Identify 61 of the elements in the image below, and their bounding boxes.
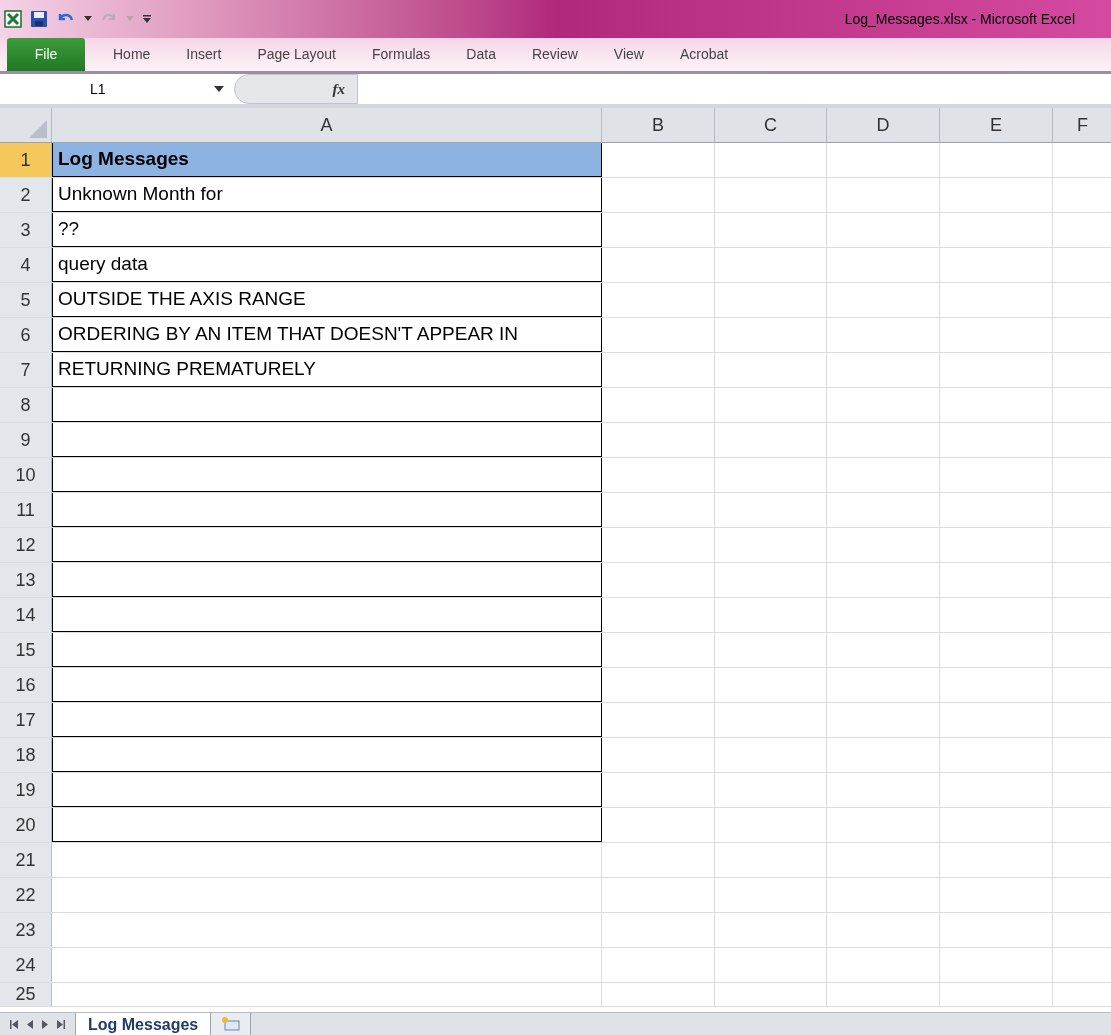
row-header[interactable]: 9 <box>0 423 52 457</box>
row-header[interactable]: 8 <box>0 388 52 422</box>
row-header[interactable]: 20 <box>0 808 52 842</box>
table-cell: ?? <box>52 213 602 247</box>
ribbon-tab[interactable]: Formulas <box>354 38 449 71</box>
row-header[interactable]: 21 <box>0 843 52 877</box>
row-header[interactable]: 3 <box>0 213 52 247</box>
ribbon-tab[interactable]: View <box>595 38 662 71</box>
row-header[interactable]: 10 <box>0 458 52 492</box>
row-header[interactable]: 14 <box>0 598 52 632</box>
save-icon[interactable] <box>30 10 48 28</box>
ribbon-tab[interactable]: Home <box>95 38 169 71</box>
row-header[interactable]: 12 <box>0 528 52 562</box>
ribbon-tab[interactable]: Acrobat <box>661 38 747 71</box>
row-header[interactable]: 25 <box>0 983 52 1006</box>
column-header[interactable]: D <box>827 108 940 142</box>
row-header[interactable]: 24 <box>0 948 52 982</box>
insert-function-button[interactable]: fx <box>332 77 345 101</box>
row-header[interactable]: 16 <box>0 668 52 702</box>
row-header[interactable]: 1 <box>0 143 52 177</box>
next-sheet-icon[interactable] <box>42 1019 48 1029</box>
row-header[interactable]: 18 <box>0 738 52 772</box>
row-header[interactable]: 6 <box>0 318 52 352</box>
ribbon-tab[interactable]: Review <box>513 38 596 71</box>
insert-sheet-icon <box>220 1016 241 1032</box>
name-box[interactable]: L1 <box>90 78 214 100</box>
file-tab[interactable]: File <box>7 38 85 71</box>
column-header[interactable]: A <box>52 108 602 142</box>
row-header[interactable]: 22 <box>0 878 52 912</box>
row-header[interactable]: 13 <box>0 563 52 597</box>
table-cell: ORDERING BY AN ITEM THAT DOESN'T APPEAR IN <box>52 318 602 352</box>
row-header[interactable]: 17 <box>0 703 52 737</box>
column-header[interactable]: F <box>1053 108 1111 142</box>
row-header[interactable]: 4 <box>0 248 52 282</box>
window-title: Log_Messages.xlsx - Microsoft Excel <box>844 9 1075 29</box>
column-header[interactable]: B <box>602 108 715 142</box>
row-header[interactable]: 5 <box>0 283 52 317</box>
ribbon-tab[interactable]: Insert <box>168 38 240 71</box>
last-sheet-icon[interactable] <box>57 1019 65 1029</box>
caret-icon[interactable] <box>84 16 92 22</box>
spreadsheet-app-icon <box>4 10 22 28</box>
table-cell: query data <box>52 248 602 282</box>
first-sheet-icon[interactable] <box>10 1019 18 1029</box>
row-header[interactable]: 19 <box>0 773 52 807</box>
sheet-tab[interactable]: Log Messages <box>75 1013 212 1035</box>
previous-sheet-icon[interactable] <box>27 1019 33 1029</box>
ribbon-tab[interactable]: Data <box>448 38 514 71</box>
row-header[interactable]: 2 <box>0 178 52 212</box>
table-cell: Log Messages <box>52 143 602 177</box>
table-cell: OUTSIDE THE AXIS RANGE <box>52 283 602 317</box>
column-header[interactable]: C <box>715 108 827 142</box>
row-header[interactable]: 7 <box>0 353 52 387</box>
row-header[interactable]: 23 <box>0 913 52 947</box>
dropdown-caret-icon[interactable] <box>214 86 224 92</box>
table-cell: Unknown Month for <box>52 178 602 212</box>
row-header[interactable]: 15 <box>0 633 52 667</box>
customize-toolbar-icon[interactable] <box>142 14 152 24</box>
row-header[interactable]: 11 <box>0 493 52 527</box>
column-header[interactable]: E <box>940 108 1053 142</box>
table-cell: RETURNING PREMATURELY <box>52 353 602 387</box>
ribbon-tab[interactable]: Page Layout <box>239 38 354 71</box>
